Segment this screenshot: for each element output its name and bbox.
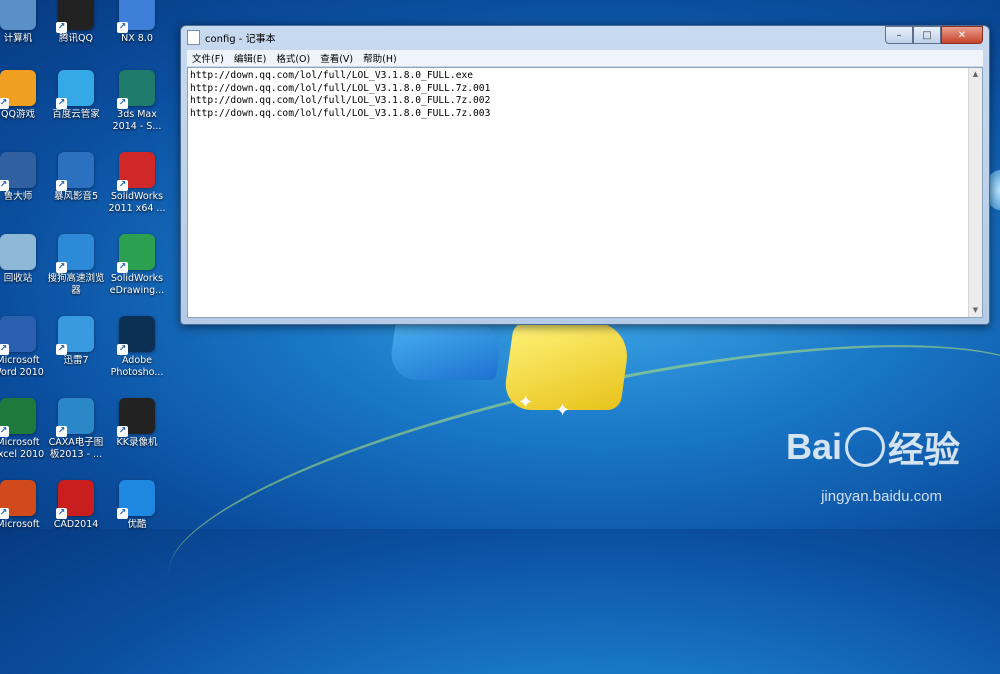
menu-bar: 文件(F) 编辑(E) 格式(O) 查看(V) 帮助(H): [187, 50, 983, 66]
desktop-shortcut-label: 3ds Max 2014 - S...: [112, 109, 162, 132]
notepad-window: config - 记事本 – □ ✕ 文件(F) 编辑(E) 格式(O) 查看(…: [180, 25, 990, 325]
desktop-shortcut[interactable]: 鲁大师: [0, 152, 48, 203]
desktop-shortcut-label: SolidWorks eDrawing...: [109, 273, 165, 296]
sparkle-icon: ✦: [555, 400, 571, 421]
desktop-shortcut-label: 腾讯QQ: [59, 33, 93, 44]
notepad-icon: [187, 29, 200, 45]
menu-help[interactable]: 帮助(H): [358, 51, 402, 65]
desktop-shortcut[interactable]: 优酷: [107, 480, 167, 531]
scroll-down-arrow-icon[interactable]: ▼: [969, 304, 982, 317]
desktop-shortcut-label: QQ游戏: [1, 109, 35, 120]
desktop-shortcut-label: 计算机: [3, 33, 33, 44]
watermark-site: jingyan.baidu.com: [821, 488, 942, 505]
menu-file[interactable]: 文件(F): [187, 51, 229, 65]
desktop-shortcut[interactable]: Microsoft Word 2010: [0, 316, 48, 379]
desktop-shortcut-label: 搜狗高速浏览器: [47, 273, 105, 296]
desktop-shortcut[interactable]: 迅雷7: [46, 316, 106, 367]
desktop-shortcut-label: 暴风影音5: [53, 191, 99, 202]
desktop-shortcut-label: KK录像机: [116, 437, 158, 448]
desktop-shortcut-label: 优酷: [127, 519, 147, 530]
qq-game-icon: [0, 70, 36, 109]
window-controls: – □ ✕: [885, 26, 983, 44]
desktop-shortcut[interactable]: Microsoft: [0, 480, 48, 531]
desktop-shortcut[interactable]: Microsoft Excel 2010: [0, 398, 48, 461]
desktop-shortcut[interactable]: 腾讯QQ: [46, 0, 106, 45]
3ds-max-icon: [117, 70, 155, 109]
baidu-cloud-icon: [56, 70, 94, 109]
menu-view[interactable]: 查看(V): [315, 51, 358, 65]
desktop-shortcut[interactable]: 3ds Max 2014 - S...: [107, 70, 167, 133]
text-editor[interactable]: http://down.qq.com/lol/full/LOL_V3.1.8.0…: [187, 67, 983, 318]
scroll-up-arrow-icon[interactable]: ▲: [969, 68, 982, 81]
window-title: config - 记事本: [205, 33, 276, 45]
desktop-shortcut-label: 鲁大师: [3, 191, 33, 202]
sparkle-icon: ✦: [518, 392, 534, 413]
desktop-shortcut[interactable]: SolidWorks eDrawing...: [107, 234, 167, 297]
desktop-shortcut[interactable]: CAXA电子图板2013 - ...: [46, 398, 106, 461]
qq-penguin-icon: [56, 0, 94, 33]
kk-recorder-icon: [117, 398, 155, 437]
desktop-shortcut[interactable]: QQ游戏: [0, 70, 48, 121]
desktop-shortcut[interactable]: 暴风影音5: [46, 152, 106, 203]
menu-edit[interactable]: 编辑(E): [229, 51, 271, 65]
menu-format[interactable]: 格式(O): [271, 51, 315, 65]
desktop-shortcut[interactable]: NX 8.0: [107, 0, 167, 45]
desktop-shortcut-label: SolidWorks 2011 x64 ...: [108, 191, 166, 214]
xunlei-icon: [56, 316, 94, 355]
computer-icon: [0, 0, 36, 30]
desktop-shortcut[interactable]: KK录像机: [107, 398, 167, 449]
desktop-shortcut-label: CAXA电子图板2013 - ...: [48, 437, 104, 460]
excel-icon: [0, 398, 36, 437]
baidu-watermark: Bai 经验: [786, 421, 960, 473]
edrawings-icon: [117, 234, 155, 273]
sogou-browser-icon: [56, 234, 94, 273]
photoshop-icon: [117, 316, 155, 355]
desktop-shortcut-label: NX 8.0: [121, 33, 153, 44]
caxa-icon: [56, 398, 94, 437]
desktop-shortcut-label: 百度云管家: [52, 109, 100, 120]
title-bar[interactable]: config - 记事本: [181, 26, 989, 48]
recycle-bin-icon: [0, 234, 36, 270]
desktop-shortcut-label: Microsoft Excel 2010: [0, 437, 45, 460]
youku-icon: [117, 480, 155, 519]
solidworks-icon: [117, 152, 155, 191]
nx-icon: [117, 0, 155, 33]
desktop-shortcut[interactable]: SolidWorks 2011 x64 ...: [107, 152, 167, 215]
desktop-shortcut-label: 回收站: [3, 273, 33, 284]
desktop-shortcut-label: Microsoft Word 2010: [0, 355, 44, 378]
close-button[interactable]: ✕: [941, 26, 983, 44]
desktop-shortcut-label: 迅雷7: [63, 355, 89, 366]
watermark-brand: Bai: [785, 426, 842, 467]
desktop-shortcut[interactable]: 百度云管家: [46, 70, 106, 121]
minimize-button[interactable]: –: [885, 26, 913, 44]
baofeng-icon: [56, 152, 94, 191]
powerpoint-icon: [0, 480, 36, 519]
desktop-shortcut[interactable]: 计算机: [0, 0, 48, 45]
desktop-shortcut[interactable]: CAD2014: [46, 480, 106, 531]
word-icon: [0, 316, 36, 355]
desktop-shortcut-label: CAD2014: [53, 519, 99, 530]
maximize-button[interactable]: □: [913, 26, 941, 44]
desktop-shortcut[interactable]: 搜狗高速浏览器: [46, 234, 106, 297]
autocad-icon: [56, 480, 94, 519]
editor-content[interactable]: http://down.qq.com/lol/full/LOL_V3.1.8.0…: [190, 70, 490, 120]
watermark-brand-suffix: 经验: [887, 429, 960, 470]
ludashi-icon: [0, 152, 36, 191]
baidu-paw-icon: [844, 427, 885, 467]
desktop-shortcut-label: Microsoft: [0, 519, 40, 530]
desktop-shortcut-label: Adobe Photosho...: [110, 355, 164, 378]
desktop-shortcut[interactable]: 回收站: [0, 234, 48, 285]
vertical-scrollbar[interactable]: ▲ ▼: [968, 68, 982, 317]
desktop-shortcut[interactable]: Adobe Photosho...: [107, 316, 167, 379]
windows-flag-blue-pane: [387, 318, 505, 380]
